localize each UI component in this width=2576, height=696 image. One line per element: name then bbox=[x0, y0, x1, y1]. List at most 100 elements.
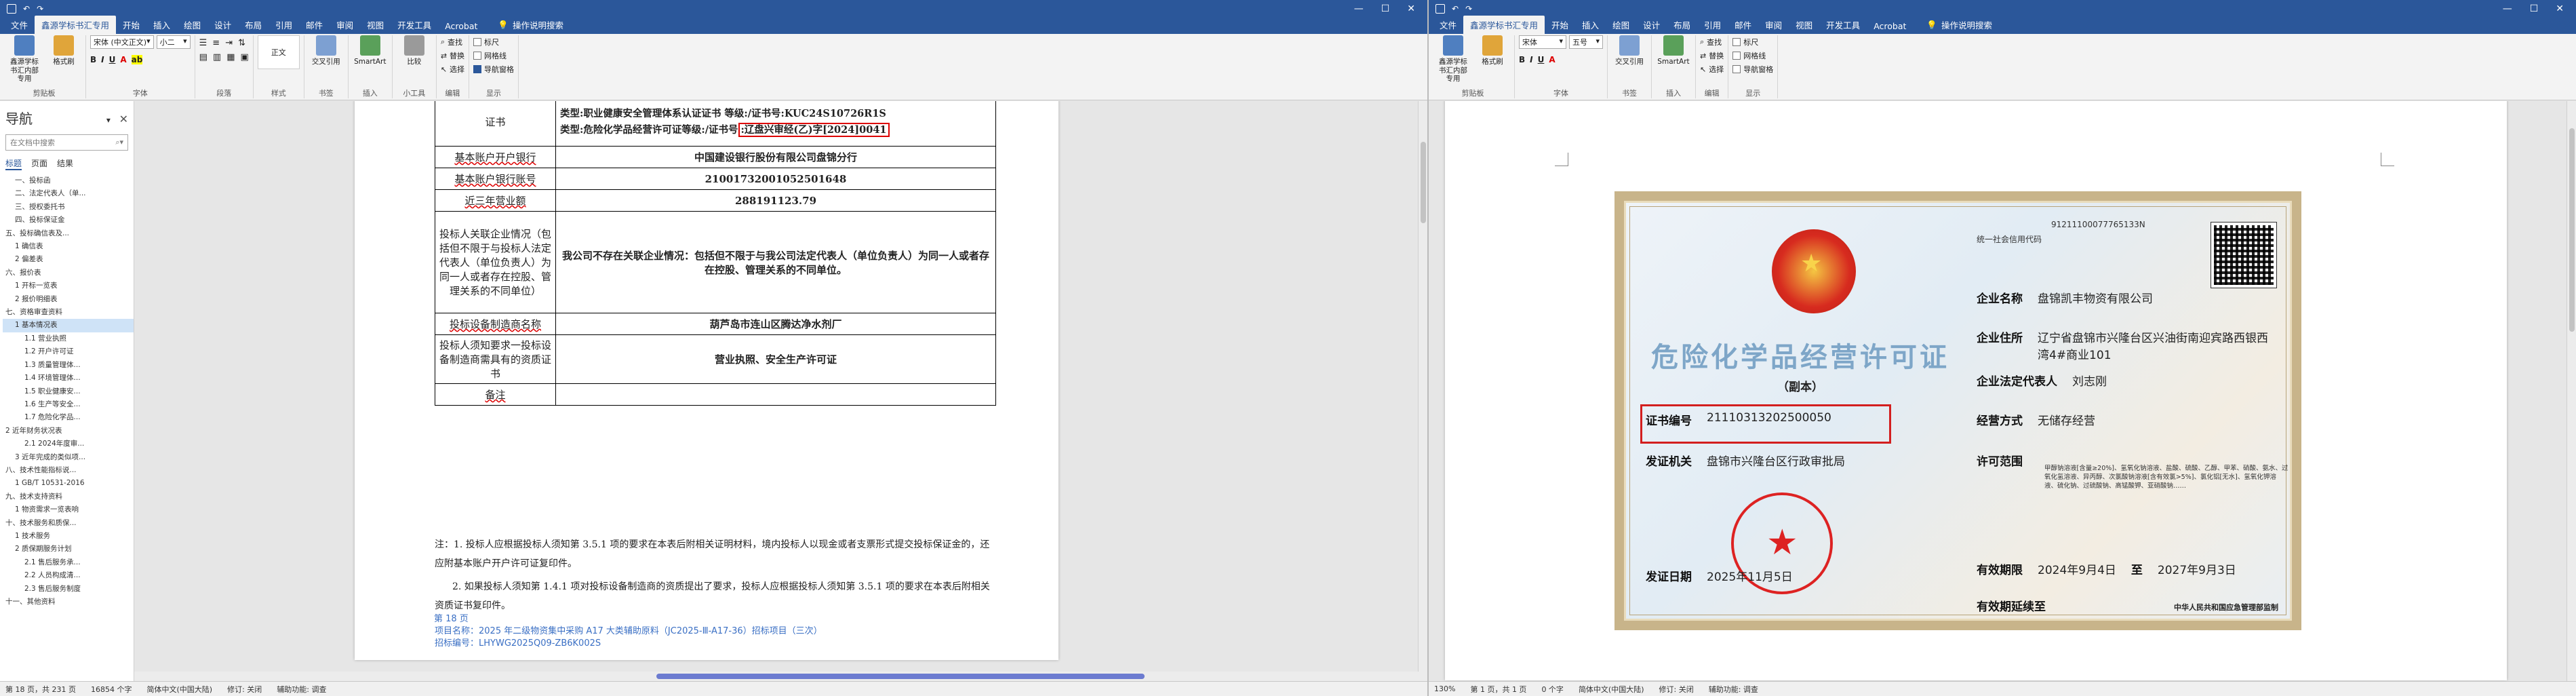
font-name-combo[interactable]: 宋体 (中文正文) ▾ bbox=[90, 35, 154, 49]
font-size-combo[interactable]: 五号 ▾ bbox=[1569, 35, 1603, 49]
minimize-icon[interactable]: — bbox=[2503, 3, 2512, 14]
smartart-button[interactable]: SmartArt bbox=[353, 35, 388, 66]
tab-file[interactable]: 文件 bbox=[1433, 16, 1463, 34]
footer-project[interactable]: 项目名称：2025 年二级物资集中采购 A17 大类辅助原料（JC2025-Ⅲ-… bbox=[435, 625, 823, 638]
style-normal[interactable]: 正文 bbox=[257, 35, 300, 69]
nav-heading-item[interactable]: 1.6 生产等安全... bbox=[3, 398, 134, 411]
replace-button[interactable]: ⇄ 替换 bbox=[1700, 50, 1724, 61]
nav-heading-item[interactable]: 二、法定代表人（单... bbox=[3, 187, 134, 200]
font-name-combo[interactable]: 宋体 ▾ bbox=[1519, 35, 1566, 49]
tab-developer[interactable]: 开发工具 bbox=[391, 16, 438, 34]
nav-heading-item[interactable]: 1.7 危险化学品... bbox=[3, 411, 134, 424]
ruler-checkbox[interactable]: 标尺 bbox=[1732, 37, 1758, 47]
nav-heading-item[interactable]: 九、技术支持资料 bbox=[3, 490, 134, 503]
save-icon[interactable] bbox=[1435, 4, 1445, 14]
tab-acrobat[interactable]: Acrobat bbox=[1867, 18, 1913, 34]
custom-guide-button[interactable]: 鑫源学标书汇内部专用 bbox=[7, 35, 42, 83]
tell-me-search[interactable]: 💡 操作说明搜索 bbox=[1922, 16, 1996, 34]
font-color-icon[interactable]: A bbox=[1549, 55, 1555, 64]
find-button[interactable]: ⌕ 查找 bbox=[1700, 37, 1722, 47]
nav-heading-item[interactable]: 1.5 职业健康安... bbox=[3, 385, 134, 398]
track-changes[interactable]: 修订: 关闭 bbox=[1659, 684, 1694, 695]
italic-icon[interactable]: I bbox=[1530, 55, 1532, 64]
align-left-icon[interactable]: ▤ bbox=[199, 52, 207, 62]
redo-icon[interactable]: ↷ bbox=[37, 4, 43, 14]
nav-heading-item[interactable]: 1 确信表 bbox=[3, 240, 134, 253]
nav-heading-item[interactable]: 1 物资需求一览表响 bbox=[3, 503, 134, 516]
format-painter-button[interactable]: 格式刷 bbox=[1475, 35, 1510, 66]
minimize-icon[interactable]: — bbox=[1354, 3, 1364, 14]
nav-heading-item[interactable]: 3 近年完成的类似项... bbox=[3, 451, 134, 464]
navpane-checkbox[interactable]: 导航窗格 bbox=[1732, 64, 1773, 75]
language[interactable]: 简体中文(中国大陆) bbox=[1579, 684, 1644, 695]
nav-tab-results[interactable]: 结果 bbox=[57, 157, 73, 170]
nav-heading-item[interactable]: 1 基本情况表 bbox=[3, 319, 134, 332]
navpane-checkbox[interactable]: 导航窗格 bbox=[473, 64, 514, 75]
nav-heading-item[interactable]: 2.1 售后服务承... bbox=[3, 556, 134, 569]
nav-heading-item[interactable]: 2 偏差表 bbox=[3, 253, 134, 266]
tab-design[interactable]: 设计 bbox=[1636, 16, 1667, 34]
align-center-icon[interactable]: ▥ bbox=[213, 52, 221, 62]
align-right-icon[interactable]: ▦ bbox=[226, 52, 235, 62]
nav-heading-item[interactable]: 1 技术服务 bbox=[3, 530, 134, 543]
tab-layout[interactable]: 布局 bbox=[1667, 16, 1697, 34]
word-count[interactable]: 16854 个字 bbox=[91, 684, 132, 695]
nav-heading-item[interactable]: 六、报价表 bbox=[3, 267, 134, 279]
footer-bid-no[interactable]: 招标编号：LHYWG2025Q09-ZB6K002S bbox=[435, 638, 601, 650]
nav-heading-item[interactable]: 四、投标保证金 bbox=[3, 214, 134, 227]
gridlines-checkbox[interactable]: 网格线 bbox=[1732, 50, 1766, 61]
cross-reference-button[interactable]: 交叉引用 bbox=[309, 35, 344, 66]
underline-icon[interactable]: U bbox=[1538, 55, 1545, 64]
tell-me-search[interactable]: 💡 操作说明搜索 bbox=[494, 16, 568, 34]
bold-icon[interactable]: B bbox=[1519, 55, 1525, 64]
compare-button[interactable]: 比较 bbox=[397, 35, 432, 66]
tab-insert[interactable]: 插入 bbox=[146, 16, 177, 34]
nav-search-input[interactable]: 在文档中搜索 ⌕▾ bbox=[5, 134, 128, 151]
nav-heading-item[interactable]: 2.2 人员构成清... bbox=[3, 569, 134, 582]
tab-developer[interactable]: 开发工具 bbox=[1819, 16, 1867, 34]
tab-view[interactable]: 视图 bbox=[360, 16, 391, 34]
page-count[interactable]: 第 1 页，共 1 页 bbox=[1470, 684, 1526, 695]
nav-heading-item[interactable]: 2.3 售后服务制度 bbox=[3, 583, 134, 596]
italic-icon[interactable]: I bbox=[101, 55, 104, 64]
nav-heading-item[interactable]: 2 质保期服务计划 bbox=[3, 543, 134, 556]
tab-home[interactable]: 开始 bbox=[116, 16, 146, 34]
nav-heading-item[interactable]: 1 开标一览表 bbox=[3, 279, 134, 292]
nav-tab-headings[interactable]: 标题 bbox=[5, 157, 22, 170]
tab-draw[interactable]: 绘图 bbox=[177, 16, 207, 34]
page-count[interactable]: 第 18 页，共 231 页 bbox=[5, 684, 76, 695]
nav-heading-item[interactable]: 三、授权委托书 bbox=[3, 201, 134, 214]
select-button[interactable]: ↖ 选择 bbox=[1700, 64, 1724, 75]
highlight-icon[interactable]: ab bbox=[131, 55, 143, 64]
redo-icon[interactable]: ↷ bbox=[1465, 4, 1472, 14]
bold-icon[interactable]: B bbox=[90, 55, 96, 64]
undo-icon[interactable]: ↶ bbox=[23, 4, 30, 14]
nav-heading-item[interactable]: 1.4 环境管理体... bbox=[3, 372, 134, 385]
tab-custom[interactable]: 鑫源学标书汇专用 bbox=[35, 16, 117, 34]
tab-file[interactable]: 文件 bbox=[4, 16, 35, 34]
tab-home[interactable]: 开始 bbox=[1545, 16, 1575, 34]
border-icon[interactable]: ▣ bbox=[241, 52, 249, 62]
gridlines-checkbox[interactable]: 网格线 bbox=[473, 50, 507, 61]
word-count[interactable]: 0 个字 bbox=[1541, 684, 1564, 695]
tab-custom[interactable]: 鑫源学标书汇专用 bbox=[1463, 16, 1545, 34]
nav-heading-item[interactable]: 1 GB/T 10531-2016 bbox=[3, 477, 134, 490]
track-changes[interactable]: 修订: 关闭 bbox=[227, 684, 262, 695]
numbering-icon[interactable]: ≡ bbox=[212, 38, 220, 48]
sort-icon[interactable]: ⇅ bbox=[238, 38, 245, 48]
save-icon[interactable] bbox=[7, 4, 16, 14]
bullets-icon[interactable]: ☰ bbox=[199, 38, 207, 48]
close-icon[interactable]: ✕ bbox=[2556, 3, 2564, 14]
custom-guide-button[interactable]: 鑫源学标书汇内部专用 bbox=[1435, 35, 1471, 83]
nav-heading-item[interactable]: 七、资格审查资料 bbox=[3, 306, 134, 319]
horizontal-scrollbar[interactable] bbox=[134, 672, 1427, 681]
nav-heading-item[interactable]: 五、投标确信表及... bbox=[3, 227, 134, 240]
nav-heading-item[interactable]: 十、技术服务和质保... bbox=[3, 517, 134, 530]
tab-mailings[interactable]: 邮件 bbox=[1728, 16, 1758, 34]
cross-reference-button[interactable]: 交叉引用 bbox=[1612, 35, 1647, 66]
tab-acrobat[interactable]: Acrobat bbox=[438, 18, 484, 34]
tab-review[interactable]: 审阅 bbox=[330, 16, 360, 34]
tab-insert[interactable]: 插入 bbox=[1575, 16, 1606, 34]
nav-heading-item[interactable]: 十一、其他资料 bbox=[3, 596, 134, 608]
nav-heading-item[interactable]: 1.2 开户许可证 bbox=[3, 345, 134, 358]
